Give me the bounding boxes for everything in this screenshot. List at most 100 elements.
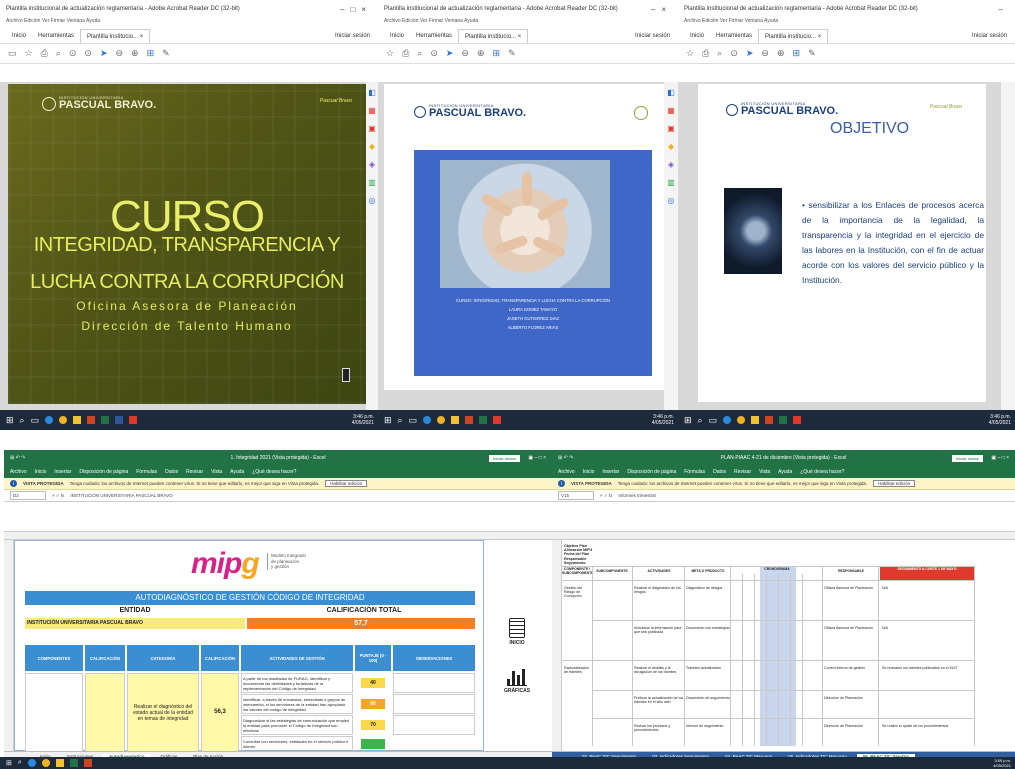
- category-score-cell[interactable]: 56,3: [201, 673, 239, 752]
- chrome-icon[interactable]: [737, 416, 746, 424]
- activity-score-3[interactable]: 70: [361, 720, 385, 730]
- bookmark-icon[interactable]: ☆: [386, 48, 394, 59]
- excel-icon[interactable]: [479, 416, 488, 424]
- edge-icon[interactable]: [723, 416, 732, 424]
- entity-value-cell[interactable]: INSTITUCIÓN UNIVERSITARIA PASCUAL BRAVO: [25, 618, 245, 629]
- excel-icon[interactable]: [69, 759, 78, 767]
- activity-cell-3[interactable]: Diagnosticar si las estrategias de comun…: [241, 715, 353, 735]
- save-icon[interactable]: ▭: [8, 48, 17, 59]
- sign-in-button[interactable]: Iniciar sesión: [489, 454, 521, 462]
- search-icon[interactable]: ⌕: [20, 415, 25, 426]
- bookmark-icon[interactable]: ☆: [25, 48, 33, 59]
- zoom-out-icon[interactable]: ⊖: [115, 48, 123, 59]
- formula-input[interactable]: Informes trimestral: [618, 493, 655, 498]
- activity-score-2[interactable]: 60: [361, 699, 385, 709]
- powerpoint-icon[interactable]: [765, 416, 774, 424]
- excel-icon[interactable]: [779, 416, 788, 424]
- menu-bar[interactable]: Archivo Edición Ver Firmar Ventana Ayuda: [678, 18, 1015, 28]
- zoom-in-icon[interactable]: ⊕: [131, 48, 139, 59]
- powerpoint-icon[interactable]: [465, 416, 474, 424]
- menu-bar[interactable]: Archivo Edición Ver Firmar Ventana Ayuda: [0, 18, 378, 28]
- tool-icon[interactable]: ◎: [369, 196, 376, 205]
- tab-tools[interactable]: Herramientas: [410, 33, 458, 39]
- tab-home[interactable]: Inicio: [583, 469, 595, 475]
- activity-cell-4[interactable]: Consultar con servidores, entidades en e…: [241, 736, 353, 752]
- print-icon[interactable]: ⎙: [402, 48, 409, 59]
- search-icon[interactable]: ⌕: [398, 415, 403, 426]
- name-box[interactable]: D2: [10, 491, 46, 500]
- tell-me-search[interactable]: ¿Qué desea hacer?: [252, 469, 296, 475]
- fit-icon[interactable]: ⊞: [147, 48, 155, 59]
- edge-icon[interactable]: [45, 416, 54, 424]
- comment-icon[interactable]: ✎: [162, 48, 170, 59]
- clock[interactable]: 3:46 p.m. 4/05/2021: [352, 414, 378, 426]
- window-controls[interactable]: –□×: [340, 5, 372, 14]
- enable-editing-button[interactable]: Habilitar edición: [325, 480, 368, 487]
- quick-access-icon[interactable]: ⊞ ↶ ↷: [10, 455, 25, 461]
- zoom-out-icon[interactable]: ⊖: [761, 48, 769, 59]
- sign-in-button[interactable]: Iniciar sesión: [952, 454, 984, 462]
- chrome-icon[interactable]: [437, 416, 446, 424]
- clock[interactable]: 3:46 p.m. 4/05/2021: [652, 414, 678, 426]
- obs-cell-3[interactable]: [393, 715, 475, 735]
- component-score-cell[interactable]: [85, 673, 125, 752]
- up-icon[interactable]: ⊙: [430, 48, 438, 59]
- component-cell[interactable]: [25, 673, 83, 752]
- tab-tools[interactable]: Herramientas: [32, 33, 80, 39]
- comment-icon[interactable]: ✎: [508, 48, 516, 59]
- select-icon[interactable]: ➤: [446, 48, 454, 59]
- start-icon[interactable]: ⊞: [6, 759, 12, 767]
- acrobat-icon[interactable]: [493, 416, 502, 424]
- edge-icon[interactable]: [27, 759, 36, 767]
- sign-in-link[interactable]: Iniciar sesión: [635, 33, 678, 39]
- tab-tools[interactable]: Herramientas: [710, 33, 758, 39]
- name-box[interactable]: V15: [558, 491, 594, 500]
- print-icon[interactable]: ⎙: [41, 48, 48, 59]
- graficas-button[interactable]: GRÁFICAS: [504, 668, 530, 694]
- excel-icon[interactable]: [101, 416, 110, 424]
- select-icon[interactable]: ➤: [100, 48, 108, 59]
- obs-cell-1[interactable]: [393, 673, 475, 693]
- explorer-icon[interactable]: [751, 416, 760, 424]
- powerpoint-icon[interactable]: [87, 416, 96, 424]
- start-icon[interactable]: ⊞: [384, 415, 392, 426]
- enable-editing-button[interactable]: Habilitar edición: [873, 480, 916, 487]
- start-icon[interactable]: ⊞: [6, 415, 14, 426]
- category-cell[interactable]: Realizar el diagnóstico del estado actua…: [127, 673, 199, 752]
- up-icon[interactable]: ⊙: [730, 48, 738, 59]
- edge-icon[interactable]: [423, 416, 432, 424]
- comment-icon[interactable]: ✎: [808, 48, 816, 59]
- sign-in-link[interactable]: Iniciar sesión: [972, 33, 1015, 39]
- tab-home[interactable]: Inicio: [684, 33, 710, 39]
- tool-icon[interactable]: ◆: [668, 142, 674, 151]
- zoom-out-icon[interactable]: ⊖: [461, 48, 469, 59]
- tab-home[interactable]: Inicio: [6, 33, 32, 39]
- word-icon[interactable]: [115, 416, 124, 424]
- tab-data[interactable]: Datos: [165, 469, 178, 475]
- tab-document[interactable]: Plantilla institucio... ×: [80, 28, 151, 43]
- window-controls[interactable]: –: [999, 5, 1009, 14]
- explorer-icon[interactable]: [55, 759, 64, 767]
- tab-data[interactable]: Datos: [713, 469, 726, 475]
- tab-page-layout[interactable]: Disposición de página: [79, 469, 128, 475]
- search-icon[interactable]: ⌕: [56, 48, 61, 59]
- tool-icon[interactable]: ▦: [667, 106, 675, 115]
- sheet-area[interactable]: mipg Modelo Integrado de planeación y ge…: [14, 540, 552, 752]
- obs-cell-2[interactable]: [393, 694, 475, 714]
- tool-icon[interactable]: ◧: [667, 88, 675, 97]
- tell-me-search[interactable]: ¿Qué desea hacer?: [800, 469, 844, 475]
- zoom-in-icon[interactable]: ⊕: [777, 48, 785, 59]
- tab-help[interactable]: Ayuda: [230, 469, 244, 475]
- tab-formulas[interactable]: Fórmulas: [684, 469, 705, 475]
- tab-home[interactable]: Inicio: [384, 33, 410, 39]
- tool-icon[interactable]: ◈: [369, 160, 375, 169]
- fit-icon[interactable]: ⊞: [793, 48, 801, 59]
- inicio-button[interactable]: INICIO: [509, 618, 525, 646]
- search-icon[interactable]: ⌕: [717, 48, 722, 59]
- print-icon[interactable]: ⎙: [702, 48, 709, 59]
- tool-icon[interactable]: ▣: [368, 124, 376, 133]
- tool-icon[interactable]: ▥: [368, 178, 376, 187]
- tool-icon[interactable]: ◎: [668, 196, 675, 205]
- menu-bar[interactable]: Archivo Edición Ver Firmar Ventana Ayuda: [378, 18, 678, 28]
- tool-icon[interactable]: ◈: [668, 160, 674, 169]
